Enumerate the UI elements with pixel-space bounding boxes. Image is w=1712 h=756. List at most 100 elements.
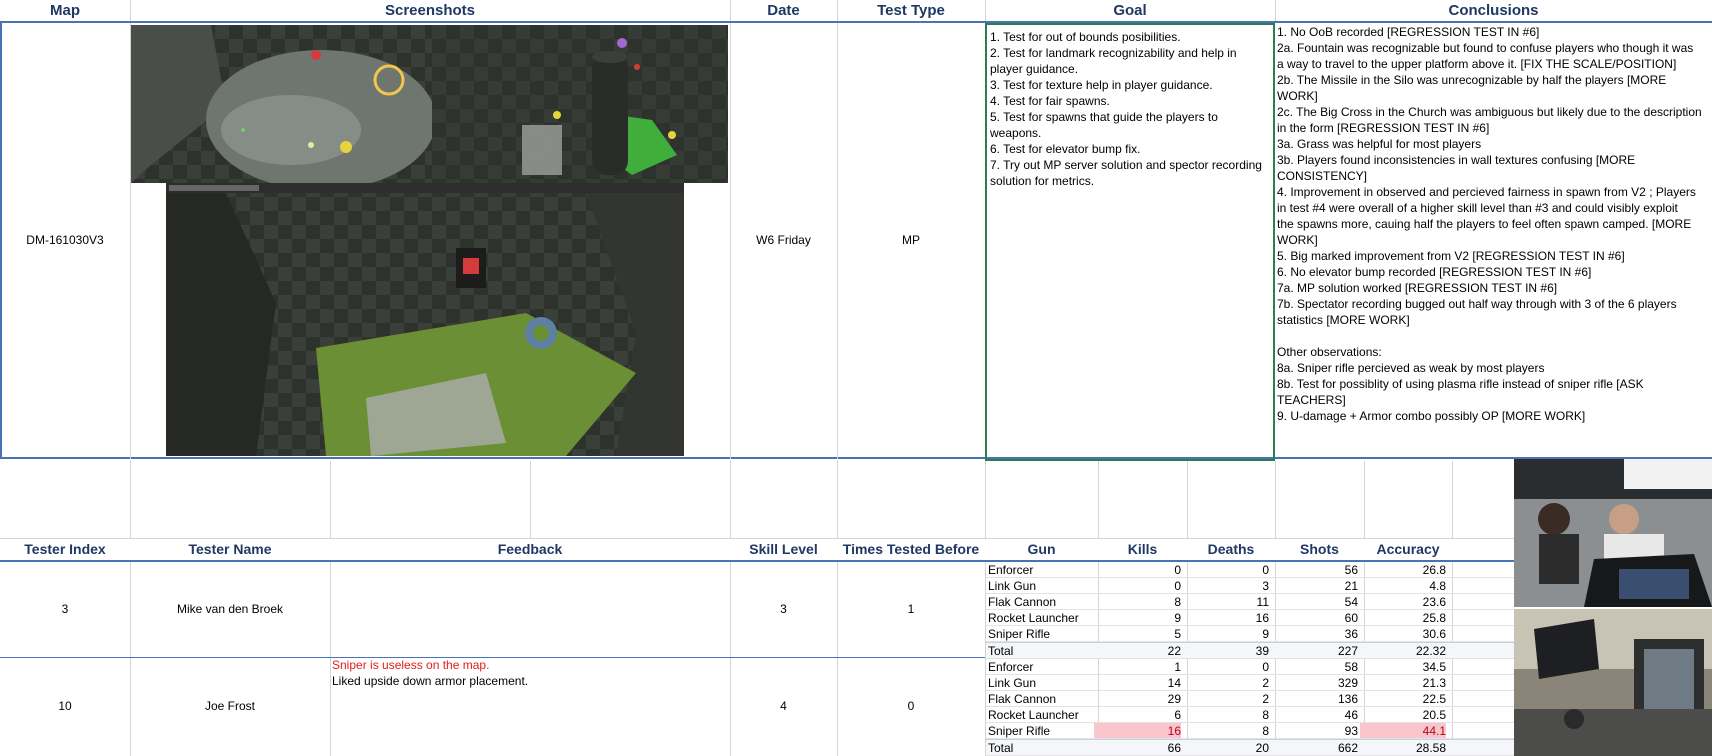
conclusion-item: CONSISTENCY] [1277, 169, 1368, 183]
level-render-2 [432, 25, 728, 183]
conclusion-item: 6. No elevator bump recorded [REGRESSION… [1277, 265, 1592, 279]
kills-value: 29 [1167, 692, 1181, 706]
goal-item: 6. Test for elevator bump fix. [990, 142, 1141, 156]
accuracy-value: 25.8 [1422, 611, 1446, 625]
kills-value: 8 [1174, 595, 1181, 609]
shots-value: 46 [1344, 708, 1358, 722]
photo-testers-at-desk[interactable] [1514, 459, 1712, 607]
weapon-stat-row[interactable]: Sniper Rifle 5 9 36 30.6 [986, 626, 1514, 642]
header-shots[interactable]: Shots [1275, 541, 1364, 557]
weapon-stat-row[interactable]: Flak Cannon 29 2 136 22.5 [986, 691, 1514, 707]
header-conclusions[interactable]: Conclusions [1275, 2, 1712, 19]
goal-item: 7. Try out MP server solution and specto… [990, 158, 1262, 172]
accuracy-value: 44.1 [1360, 723, 1446, 739]
header-feedback[interactable]: Feedback [330, 541, 730, 557]
test-type[interactable]: MP [837, 233, 985, 247]
header-kills[interactable]: Kills [1098, 541, 1187, 557]
header-goal[interactable]: Goal [985, 2, 1275, 19]
weapon-stat-row[interactable]: Total 22 39 227 22.32 [986, 642, 1514, 659]
tester-times-tested: 0 [907, 699, 915, 713]
weapon-stat-row[interactable]: Enforcer 1 0 58 34.5 [986, 659, 1514, 675]
level-render-3 [166, 183, 684, 456]
header-map[interactable]: Map [0, 2, 130, 19]
conclusion-item: TEACHERS] [1277, 393, 1346, 407]
deaths-value: 39 [1255, 644, 1269, 658]
feedback-negative: Sniper is useless on the map. [332, 658, 490, 672]
weapon-stat-row[interactable]: Link Gun 14 2 329 21.3 [986, 675, 1514, 691]
weapon-name: Total [988, 644, 1014, 658]
goal-item: 4. Test for fair spawns. [990, 94, 1110, 108]
weapon-stat-row[interactable]: Link Gun 0 3 21 4.8 [986, 578, 1514, 594]
weapon-stat-row[interactable]: Total 66 20 662 28.58 [986, 739, 1514, 756]
goal-item: solution for metrics. [990, 174, 1095, 188]
header-skill[interactable]: Skill Level [730, 541, 837, 557]
weapon-stat-row[interactable]: Rocket Launcher 6 8 46 20.5 [986, 707, 1514, 723]
header-screenshots[interactable]: Screenshots [130, 2, 730, 19]
weapon-stat-row[interactable]: Flak Cannon 8 11 54 23.6 [986, 594, 1514, 610]
map-name[interactable]: DM-161030V3 [0, 233, 130, 247]
header-date[interactable]: Date [730, 2, 837, 19]
header-times-tested[interactable]: Times Tested Before [837, 541, 985, 557]
goal-cell[interactable]: 1. Test for out of bounds posibilities. 2… [985, 23, 1275, 461]
deaths-value: 3 [1262, 579, 1269, 593]
conclusion-item: 5. Big marked improvement from V2 [REGRE… [1277, 249, 1625, 263]
goal-item: player guidance. [990, 62, 1079, 76]
header-gun[interactable]: Gun [985, 541, 1098, 557]
shots-value: 93 [1344, 724, 1358, 738]
weapon-stat-row[interactable]: Sniper Rifle 16 8 93 44.1 [986, 723, 1514, 739]
weapon-name: Flak Cannon [988, 595, 1057, 609]
deaths-value: 2 [1262, 692, 1269, 706]
weapon-name: Total [988, 741, 1014, 755]
conclusion-item: 2b. The Missile in the Silo was unrecogn… [1277, 73, 1667, 87]
map-screenshot-silo[interactable] [432, 25, 728, 183]
tester-skill: 4 [780, 699, 787, 713]
header-accuracy[interactable]: Accuracy [1364, 541, 1452, 557]
header-tester-name[interactable]: Tester Name [130, 541, 330, 557]
conclusion-item: a way to travel to the upper platform ab… [1277, 57, 1677, 71]
kills-value: 66 [1167, 741, 1181, 755]
shots-value: 662 [1337, 741, 1358, 755]
tester-name: Joe Frost [204, 699, 255, 713]
goal-item: weapons. [990, 126, 1042, 140]
accuracy-value: 30.6 [1422, 627, 1446, 641]
conclusion-item: 8a. Sniper rifle percieved as weak by mo… [1277, 361, 1545, 375]
goal-item: 3. Test for texture help in player guida… [990, 78, 1213, 92]
weapon-name: Enforcer [988, 563, 1034, 577]
kills-value: 16 [1094, 723, 1181, 739]
header-test-type[interactable]: Test Type [837, 2, 985, 19]
header-deaths[interactable]: Deaths [1187, 541, 1275, 557]
tester-skill: 3 [780, 602, 787, 616]
weapon-name: Enforcer [988, 660, 1034, 674]
deaths-value: 9 [1262, 627, 1269, 641]
tester-times-tested: 1 [907, 602, 915, 616]
deaths-value: 8 [1262, 724, 1269, 738]
accuracy-value: 22.5 [1422, 692, 1446, 706]
weapon-stat-row[interactable]: Enforcer 0 0 56 26.8 [986, 562, 1514, 578]
tester-name: Mike van den Broek [176, 602, 284, 616]
kills-value: 9 [1174, 611, 1181, 625]
deaths-value: 11 [1256, 595, 1269, 609]
conclusions-list: 1. No OoB recorded [REGRESSION TEST IN #… [1277, 24, 1712, 424]
kills-value: 5 [1174, 627, 1181, 641]
weapon-stat-row[interactable]: Rocket Launcher 9 16 60 25.8 [986, 610, 1514, 626]
photo-test-room[interactable] [1514, 609, 1712, 756]
weapon-name: Flak Cannon [988, 692, 1057, 706]
map-screenshot-editor-view[interactable] [166, 183, 684, 456]
shots-value: 60 [1344, 611, 1358, 625]
accuracy-value: 23.6 [1422, 595, 1446, 609]
conclusion-item: 7a. MP solution worked [REGRESSION TEST … [1277, 281, 1558, 295]
conclusion-item: 3b. Players found inconsistencies in wal… [1277, 153, 1636, 167]
conclusion-item: 3a. Grass was helpful for most players [1277, 137, 1482, 151]
accuracy-value: 34.5 [1422, 660, 1446, 674]
conclusions-cell[interactable]: 1. No OoB recorded [REGRESSION TEST IN #… [1275, 23, 1712, 459]
map-screenshot-overview[interactable] [131, 25, 432, 183]
deaths-value: 0 [1262, 660, 1269, 674]
conclusion-item: 4. Improvement in observed and percieved… [1277, 185, 1696, 199]
kills-value: 22 [1167, 644, 1181, 658]
shots-value: 36 [1344, 627, 1358, 641]
conclusion-item: WORK] [1277, 233, 1318, 247]
test-date[interactable]: W6 Friday [730, 233, 837, 247]
accuracy-value: 4.8 [1429, 579, 1446, 593]
weapon-name: Rocket Launcher [988, 611, 1079, 625]
header-tester-index[interactable]: Tester Index [0, 541, 130, 557]
